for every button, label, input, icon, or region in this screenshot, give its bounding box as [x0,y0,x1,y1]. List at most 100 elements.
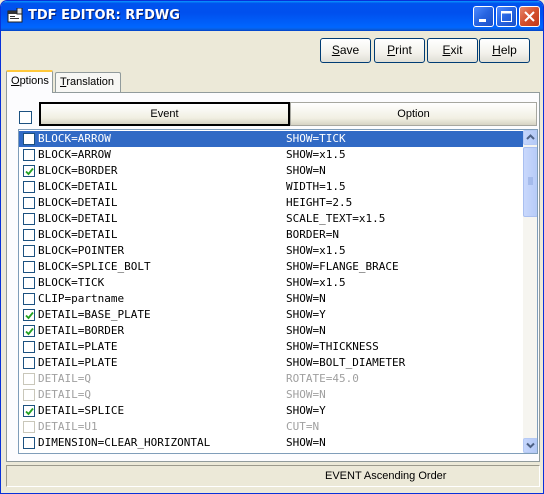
list-item[interactable]: DETAIL=U1 CUT=N [19,419,523,435]
close-button[interactable] [519,6,540,27]
row-checkbox[interactable] [23,405,35,417]
list-item[interactable]: BLOCK=ARROW SHOW=TICK [19,131,523,147]
tab-options[interactable]: Options [6,70,53,93]
window-title: TDF EDITOR: RFDWG [28,8,180,23]
help-accel: H [492,43,501,57]
event-cell: DETAIL=PLATE [38,340,118,353]
row-checkbox[interactable] [23,341,35,353]
checkmark-icon [25,311,34,320]
list-item[interactable]: BLOCK=SPLICE_BOLT SHOW=FLANGE_BRACE [19,259,523,275]
option-cell: SHOW=N [286,436,326,449]
list-item[interactable]: BLOCK=BORDER SHOW=N [19,163,523,179]
list-item[interactable]: DETAIL=PLATE SHOW=THICKNESS [19,339,523,355]
option-cell: SHOW=Y [286,308,326,321]
list-item[interactable]: BLOCK=DETAIL BORDER=N [19,227,523,243]
maximize-button[interactable] [496,6,517,27]
grip-icon [528,177,533,185]
option-cell: HEIGHT=2.5 [286,196,353,209]
event-column-header[interactable]: Event [39,102,290,126]
tab-options-label: ptions [19,75,49,87]
checkmark-icon [25,167,34,176]
print-accel: P [387,43,396,57]
option-cell: BORDER=N [286,228,339,241]
event-cell: BLOCK=ARROW [38,148,111,161]
row-checkbox[interactable] [23,357,35,369]
row-checkbox[interactable] [23,261,35,273]
scroll-down-button[interactable] [523,438,537,453]
option-cell: SHOW=N [286,388,326,401]
option-cell: SHOW=N [286,292,326,305]
list-item[interactable]: BLOCK=ARROW SHOW=x1.5 [19,147,523,163]
option-cell: CUT=N [286,420,320,433]
list-item[interactable]: DETAIL=Q SHOW=N [19,387,523,403]
options-list[interactable]: DIMENSION=CLEAR_HORIZONTAL SHOW=N DETAIL=U… [18,129,538,454]
list-item[interactable]: CLIP=partname SHOW=N [19,291,523,307]
scroll-up-button[interactable] [523,130,537,145]
list-item[interactable]: BLOCK=DETAIL WIDTH=1.5 [19,179,523,195]
checkmark-icon [25,407,34,416]
event-cell: BLOCK=DETAIL [38,196,118,209]
event-cell: BLOCK=BORDER [38,164,118,177]
exit-button[interactable]: Exit [427,38,478,63]
row-checkbox [23,373,35,385]
option-cell: SHOW=x1.5 [286,276,346,289]
row-checkbox [23,421,35,433]
option-cell: SCALE_TEXT=x1.5 [286,212,386,225]
event-cell: DETAIL=Q [38,388,91,401]
list-item[interactable]: BLOCK=DETAIL SCALE_TEXT=x1.5 [19,211,523,227]
event-cell: BLOCK=DETAIL [38,180,118,193]
list-item[interactable]: DETAIL=Q ROTATE=45.0 [19,371,523,387]
option-cell: SHOW=Y [286,404,326,417]
checkmark-icon [25,327,34,336]
row-checkbox[interactable] [23,229,35,241]
tdf-editor-window: TDF EDITOR: RFDWG Save Print Exit Help O… [0,0,544,494]
exit-label: xit [450,43,463,57]
select-all-checkbox[interactable] [19,111,32,124]
row-checkbox[interactable] [23,277,35,289]
list-item[interactable]: BLOCK=POINTER SHOW=x1.5 [19,243,523,259]
list-item[interactable]: DETAIL=PLATE SHOW=BOLT_DIAMETER [19,355,523,371]
option-column-header[interactable]: Option [290,102,537,126]
list-item[interactable]: DETAIL=BASE_PLATE SHOW=Y [19,307,523,323]
help-button[interactable]: Help [479,38,530,63]
save-button[interactable]: Save [320,38,371,63]
option-cell: SHOW=x1.5 [286,148,346,161]
event-cell: DETAIL=PLATE [38,356,118,369]
title-bar[interactable]: TDF EDITOR: RFDWG [1,1,543,31]
list-item[interactable]: BLOCK=TICK SHOW=x1.5 [19,275,523,291]
row-checkbox[interactable] [23,325,35,337]
list-item[interactable]: BLOCK=DETAIL HEIGHT=2.5 [19,195,523,211]
event-cell: DETAIL=U1 [38,420,98,433]
options-panel: Event Option DIMENSION=CLEAR_HORIZONTAL S… [6,92,540,462]
event-cell: BLOCK=DETAIL [38,228,118,241]
row-checkbox[interactable] [23,309,35,321]
app-icon [7,7,24,24]
vertical-scrollbar[interactable] [523,130,537,453]
list-item[interactable]: DETAIL=SPLICE SHOW=Y [19,403,523,419]
scroll-thumb[interactable] [523,147,537,217]
row-checkbox[interactable] [23,245,35,257]
event-cell: CLIP=partname [38,292,125,305]
row-checkbox[interactable] [23,133,35,145]
row-checkbox[interactable] [23,149,35,161]
save-accel: S [331,43,340,57]
tab-translation[interactable]: Translation [55,72,121,92]
event-cell: DETAIL=BASE_PLATE [38,308,151,321]
event-cell: DETAIL=BORDER [38,324,125,337]
event-cell: BLOCK=SPLICE_BOLT [38,260,151,273]
minimize-button[interactable] [473,6,494,27]
option-cell: SHOW=FLANGE_BRACE [286,260,399,273]
list-item[interactable]: DETAIL=BORDER SHOW=N [19,323,523,339]
list-item[interactable]: DIMENSION=CLEAR_HORIZONTAL SHOW=N [19,435,523,451]
row-checkbox[interactable] [23,165,35,177]
row-checkbox[interactable] [23,181,35,193]
print-label: rint [395,43,412,57]
row-checkbox[interactable] [23,437,35,449]
row-checkbox[interactable] [23,213,35,225]
row-checkbox[interactable] [23,293,35,305]
row-checkbox[interactable] [23,197,35,209]
tab-strip: Options Translation [6,70,540,93]
event-cell: BLOCK=POINTER [38,244,125,257]
print-button[interactable]: Print [374,38,425,63]
option-cell: WIDTH=1.5 [286,180,346,193]
